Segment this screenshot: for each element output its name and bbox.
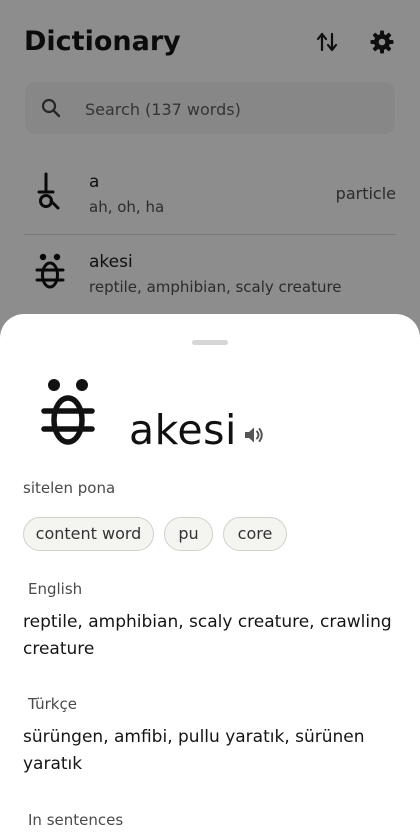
section-label-turkish: Türkçe [28, 695, 77, 713]
glyph-label: sitelen pona [23, 479, 116, 497]
detail-word-title: akesi [129, 406, 237, 454]
definition-english: reptile, amphibian, scaly creature, craw… [23, 612, 392, 659]
pronounce-button[interactable] [242, 423, 266, 447]
word-detail-sheet: akesi sitelen pona content word pu core … [0, 314, 420, 840]
tag-chip-content-word[interactable]: content word [23, 517, 154, 551]
drag-handle[interactable] [192, 340, 228, 345]
section-label-english: English [28, 580, 83, 598]
tag-chip-core[interactable]: core [223, 517, 287, 551]
speaker-icon [245, 427, 263, 443]
definition-turkish: sürüngen, amfibi, pullu yaratık, sürünen… [23, 727, 365, 774]
akesi-sitelen-pona-glyph-icon [41, 379, 95, 445]
section-label-sentences: In sentences [28, 811, 124, 829]
tag-chip-pu[interactable]: pu [164, 517, 213, 551]
